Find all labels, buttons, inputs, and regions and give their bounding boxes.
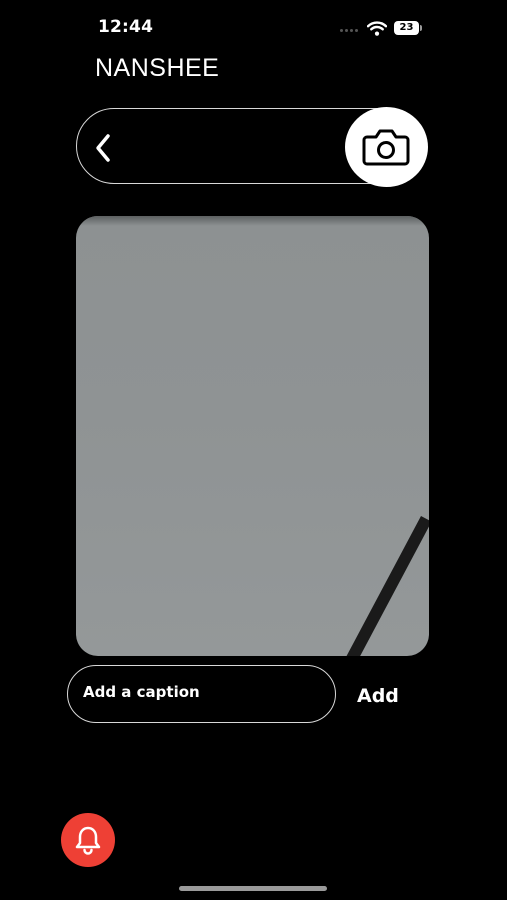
battery-icon: 23 bbox=[394, 21, 424, 36]
back-button[interactable] bbox=[90, 128, 120, 168]
camera-button[interactable] bbox=[345, 107, 428, 187]
notification-button[interactable] bbox=[61, 813, 115, 867]
caption-placeholder: Add a caption bbox=[83, 683, 200, 701]
status-time: 12:44 bbox=[98, 17, 154, 37]
wifi-icon bbox=[366, 21, 388, 36]
cellular-dots-icon bbox=[340, 29, 362, 33]
status-bar: 12:44 23 bbox=[0, 0, 507, 50]
camera-icon bbox=[362, 129, 410, 166]
photo-preview bbox=[76, 216, 429, 656]
chevron-left-icon bbox=[96, 134, 110, 162]
home-indicator bbox=[179, 886, 327, 891]
bell-icon bbox=[75, 826, 101, 855]
add-button[interactable]: Add bbox=[357, 685, 399, 707]
brand-title: NANSHEE bbox=[95, 54, 220, 82]
battery-level: 23 bbox=[394, 21, 419, 35]
